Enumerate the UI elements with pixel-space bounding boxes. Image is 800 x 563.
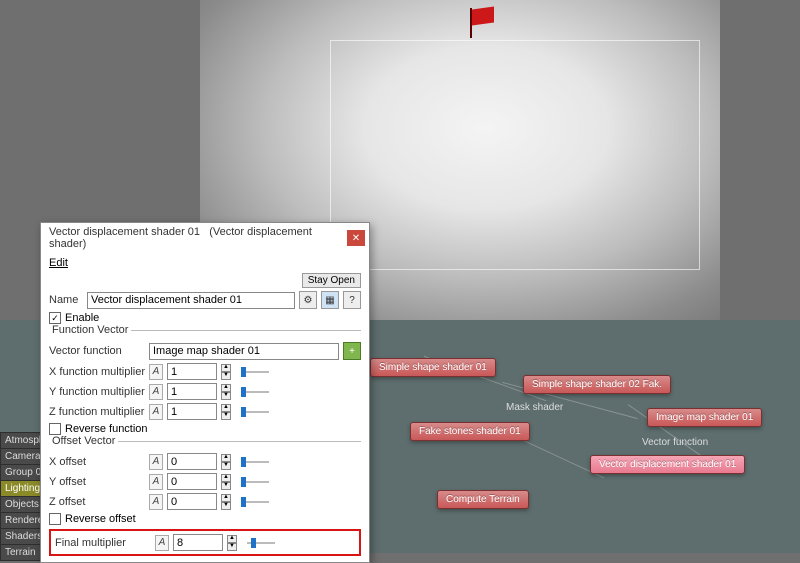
reverse-offset-label: Reverse offset bbox=[65, 513, 136, 525]
y-func-label: Y function multiplier bbox=[49, 386, 145, 398]
anim-toggle-xfunc[interactable]: A bbox=[149, 364, 163, 380]
z-offset-spinner[interactable]: ▲▼ bbox=[221, 494, 231, 510]
name-label: Name bbox=[49, 294, 83, 306]
reverse-function-checkbox[interactable] bbox=[49, 423, 61, 435]
final-mult-input[interactable] bbox=[173, 534, 223, 551]
properties-dialog: Vector displacement shader 01 (Vector di… bbox=[40, 222, 370, 563]
x-offset-input[interactable] bbox=[167, 453, 217, 470]
node-vector-displacement[interactable]: Vector displacement shader 01 bbox=[590, 455, 745, 474]
label-mask-shader: Mask shader bbox=[506, 402, 563, 413]
close-icon[interactable]: ✕ bbox=[347, 230, 365, 246]
final-mult-label: Final multiplier bbox=[55, 537, 151, 549]
z-offset-label: Z offset bbox=[49, 496, 145, 508]
node-image-map[interactable]: Image map shader 01 bbox=[647, 408, 762, 427]
enable-checkbox[interactable]: ✓ bbox=[49, 312, 61, 324]
z-func-spinner[interactable]: ▲▼ bbox=[221, 404, 231, 420]
add-function-icon[interactable]: + bbox=[343, 342, 361, 360]
y-offset-slider[interactable] bbox=[241, 479, 269, 485]
anim-toggle-yfunc[interactable]: A bbox=[149, 384, 163, 400]
gear-icon[interactable]: ⚙ bbox=[299, 291, 317, 309]
x-offset-spinner[interactable]: ▲▼ bbox=[221, 454, 231, 470]
anim-toggle-zoff[interactable]: A bbox=[149, 494, 163, 510]
viewport-frame bbox=[330, 40, 700, 270]
node-simple-shape-2[interactable]: Simple shape shader 02 Fak. bbox=[523, 375, 671, 394]
y-offset-spinner[interactable]: ▲▼ bbox=[221, 474, 231, 490]
vector-function-input[interactable] bbox=[149, 343, 339, 360]
stay-open-button[interactable]: Stay Open bbox=[302, 273, 361, 288]
node-fake-stones[interactable]: Fake stones shader 01 bbox=[410, 422, 530, 441]
preview-icon[interactable]: ▦ bbox=[321, 291, 339, 309]
z-func-label: Z function multiplier bbox=[49, 406, 145, 418]
z-func-slider[interactable] bbox=[241, 409, 269, 415]
z-offset-input[interactable] bbox=[167, 493, 217, 510]
x-func-label: X function multiplier bbox=[49, 366, 145, 378]
y-func-slider[interactable] bbox=[241, 389, 269, 395]
final-mult-spinner[interactable]: ▲▼ bbox=[227, 535, 237, 551]
section-offset-legend: Offset Vector bbox=[49, 435, 118, 447]
z-func-input[interactable] bbox=[167, 403, 217, 420]
reverse-function-label: Reverse function bbox=[65, 423, 148, 435]
node-simple-shape-1[interactable]: Simple shape shader 01 bbox=[370, 358, 496, 377]
node-compute-terrain[interactable]: Compute Terrain bbox=[437, 490, 529, 509]
x-func-spinner[interactable]: ▲▼ bbox=[221, 364, 231, 380]
name-input[interactable] bbox=[87, 292, 295, 309]
anim-toggle-xoff[interactable]: A bbox=[149, 454, 163, 470]
anim-toggle-final[interactable]: A bbox=[155, 535, 169, 551]
z-offset-slider[interactable] bbox=[241, 499, 269, 505]
flag-marker bbox=[470, 8, 498, 38]
label-vector-function: Vector function bbox=[642, 437, 708, 448]
x-offset-label: X offset bbox=[49, 456, 145, 468]
edit-menu[interactable]: Edit bbox=[49, 257, 68, 269]
anim-toggle-zfunc[interactable]: A bbox=[149, 404, 163, 420]
help-icon[interactable]: ? bbox=[343, 291, 361, 309]
dialog-title: Vector displacement shader 01 (Vector di… bbox=[49, 226, 347, 250]
enable-label: Enable bbox=[65, 312, 99, 324]
x-func-slider[interactable] bbox=[241, 369, 269, 375]
final-multiplier-highlight: Final multiplier A ▲▼ bbox=[49, 529, 361, 556]
reverse-offset-checkbox[interactable] bbox=[49, 513, 61, 525]
y-func-input[interactable] bbox=[167, 383, 217, 400]
y-offset-input[interactable] bbox=[167, 473, 217, 490]
y-offset-label: Y offset bbox=[49, 476, 145, 488]
y-func-spinner[interactable]: ▲▼ bbox=[221, 384, 231, 400]
x-func-input[interactable] bbox=[167, 363, 217, 380]
anim-toggle-yoff[interactable]: A bbox=[149, 474, 163, 490]
final-mult-slider[interactable] bbox=[247, 540, 275, 546]
vector-function-label: Vector function bbox=[49, 345, 145, 357]
section-function-legend: Function Vector bbox=[49, 324, 131, 336]
x-offset-slider[interactable] bbox=[241, 459, 269, 465]
